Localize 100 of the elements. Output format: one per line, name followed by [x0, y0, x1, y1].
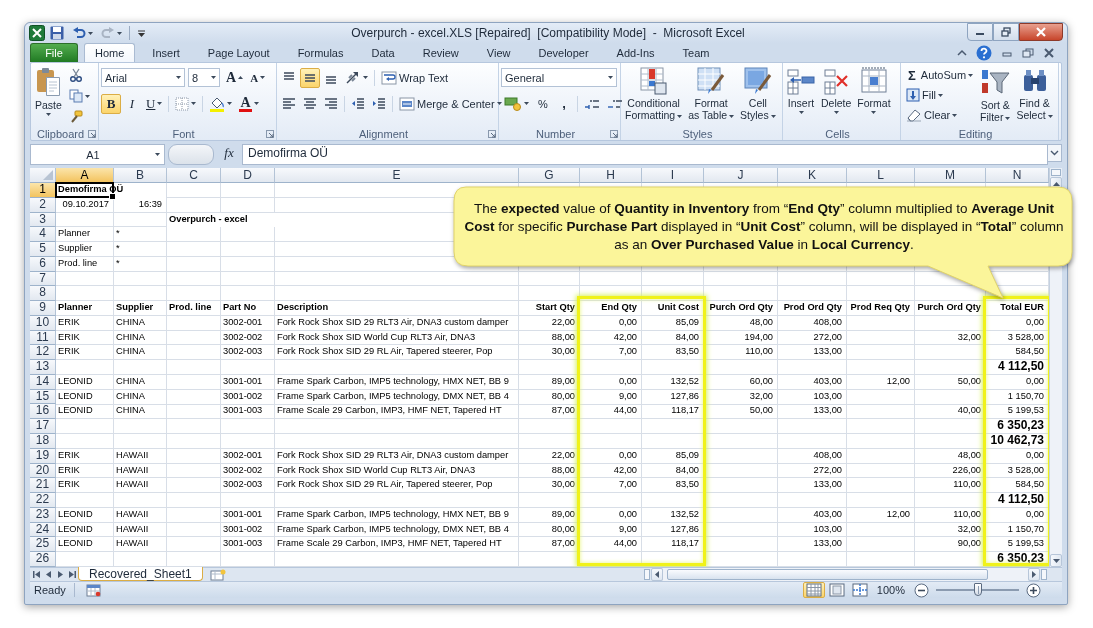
font-size-field[interactable]: 8	[188, 68, 220, 88]
name-box[interactable]: A1	[30, 144, 165, 165]
format-as-table-button[interactable]: Format as Table	[686, 65, 737, 124]
column-header[interactable]: E	[275, 168, 519, 183]
ribbon-tab[interactable]: File	[30, 43, 78, 63]
shrink-font-button[interactable]: A	[247, 67, 269, 88]
row-header[interactable]: 22	[30, 493, 56, 508]
paste-button[interactable]: Paste	[33, 65, 64, 119]
italic-button[interactable]: I	[122, 93, 142, 114]
column-header[interactable]: K	[778, 168, 847, 183]
bold-button[interactable]: B	[101, 93, 121, 114]
table-cell-text: HAWAII	[115, 537, 150, 551]
comma-button[interactable]: ,	[554, 93, 574, 114]
row-header[interactable]: 25	[30, 537, 56, 553]
table-cell-text: 85,09	[674, 315, 700, 329]
column-header[interactable]: D	[221, 168, 275, 183]
wrap-text-button[interactable]: Wrap Text	[378, 67, 452, 88]
table-cell-text: 3 528,00	[1006, 463, 1045, 477]
table-cell-text: 110,00	[952, 507, 982, 521]
table-cell-text: 42,00	[612, 463, 638, 477]
table-cell-text: 127,86	[669, 522, 700, 536]
insert-function-button[interactable]: fx	[218, 144, 240, 163]
table-cell-text: CHINA	[115, 330, 146, 344]
table-cell-text: 30,00	[550, 345, 576, 359]
table-cell-text: 584,50	[1014, 345, 1045, 359]
ribbon-tab[interactable]: Developer	[527, 43, 600, 63]
sheet-tab[interactable]: Recovered_Sheet1	[78, 567, 203, 581]
cell-styles-button[interactable]: Cell Styles	[738, 65, 778, 124]
ribbon-tab[interactable]: Page Layout	[196, 43, 281, 63]
table-cell-text: 1 150,70	[1006, 522, 1045, 536]
number-format-field[interactable]: General	[501, 68, 617, 88]
row-header[interactable]: 1	[30, 183, 56, 198]
column-header[interactable]: H	[580, 168, 642, 183]
table-cell-text: LEONID	[57, 537, 94, 551]
column-header[interactable]: J	[704, 168, 778, 183]
row-header[interactable]: 8	[30, 286, 56, 302]
table-cell-text: Frame Spark Carbon, IMP5 technology, HMX NET, BB 9	[276, 374, 510, 388]
table-cell-text: 403,00	[812, 507, 843, 521]
format-button[interactable]: Format	[855, 65, 893, 117]
table-cell-text: 87,00	[550, 537, 576, 551]
font-color-button[interactable]: A	[236, 93, 262, 114]
row-header[interactable]: 26	[30, 552, 56, 567]
row-header[interactable]: 21	[30, 478, 56, 494]
ribbon-tab[interactable]: Insert	[141, 43, 191, 63]
table-cell-text: 132,52	[669, 374, 700, 388]
table-cell-text: ERIK	[57, 330, 81, 344]
row-header[interactable]: 16	[30, 404, 56, 420]
font-name-field[interactable]: Arial	[101, 68, 185, 88]
table-cell-text: 3001-001	[222, 374, 264, 388]
delete-button[interactable]: Delete	[819, 65, 854, 117]
percent-button[interactable]: %	[533, 93, 553, 114]
row-header[interactable]: 17	[30, 419, 56, 434]
conditional-formatting-button[interactable]: Conditional Formatting	[623, 65, 685, 124]
ribbon-tab[interactable]: Formulas	[286, 43, 355, 63]
table-cell-text: 22,00	[550, 315, 576, 329]
grow-font-button[interactable]: A	[223, 67, 247, 88]
table-cell-text: Frame Spark Carbon, IMP5 technology, DMX NET, BB 4	[276, 522, 510, 536]
table-cell-text: 194,00	[743, 330, 774, 344]
row-header[interactable]: 5	[30, 242, 56, 257]
column-header[interactable]: L	[847, 168, 915, 183]
column-header[interactable]: G	[519, 168, 580, 183]
ribbon-tab[interactable]: Add-Ins	[605, 43, 666, 63]
clear-button[interactable]: Clear	[903, 105, 977, 126]
table-cell-text: 133,00	[812, 345, 843, 359]
table-cell-text: Frame Spark Carbon, IMP5 technology, HMX NET, BB 9	[276, 507, 510, 521]
column-heading: Purch Ord Qty	[916, 301, 982, 315]
ribbon-tab[interactable]: Data	[360, 43, 406, 63]
ribbon-tab[interactable]: View	[475, 43, 522, 63]
table-cell-text: 50,00	[956, 374, 982, 388]
column-header[interactable]: C	[167, 168, 221, 183]
merge-center-button[interactable]: Merge & Center	[396, 93, 505, 114]
column-header[interactable]: M	[915, 168, 986, 183]
autosum-button[interactable]: Σ AutoSum	[903, 65, 977, 86]
fill-button[interactable]: Fill	[903, 85, 977, 106]
table-cell-text: 3002-001	[222, 315, 264, 329]
sort-filter-button[interactable]: Sort & Filter	[978, 65, 1013, 126]
ribbon-tab[interactable]: Team	[671, 43, 721, 63]
ribbon-tab[interactable]: Home	[84, 43, 136, 63]
row-header[interactable]: 9	[30, 301, 56, 316]
row-header[interactable]: 4	[30, 227, 56, 243]
row-header[interactable]: 12	[30, 345, 56, 361]
row-header[interactable]: 13	[30, 360, 56, 375]
column-heading: Supplier	[115, 301, 155, 315]
insert-button[interactable]: Insert	[785, 65, 817, 117]
find-select-button[interactable]: Find & Select	[1014, 65, 1055, 124]
table-cell-text: 60,00	[748, 374, 774, 388]
table-cell-text: 0,00	[617, 448, 638, 462]
column-header[interactable]: N	[986, 168, 1049, 183]
table-cell-text: 32,00	[748, 389, 774, 403]
zoom-level: 100%	[876, 584, 905, 596]
table-cell-text: 6 350,23	[996, 552, 1045, 567]
table-cell-text: 32,00	[956, 330, 982, 344]
row-header[interactable]: 18	[30, 434, 56, 449]
column-header[interactable]: I	[642, 168, 704, 183]
ribbon-tab[interactable]: Review	[411, 43, 470, 63]
table-cell-text: 0,00	[1024, 315, 1045, 329]
underline-button[interactable]: U	[143, 93, 166, 114]
formula-field[interactable]: Demofirma OÜ	[242, 144, 1048, 165]
column-heading: Total EUR	[999, 301, 1045, 315]
column-header[interactable]: B	[114, 168, 167, 183]
